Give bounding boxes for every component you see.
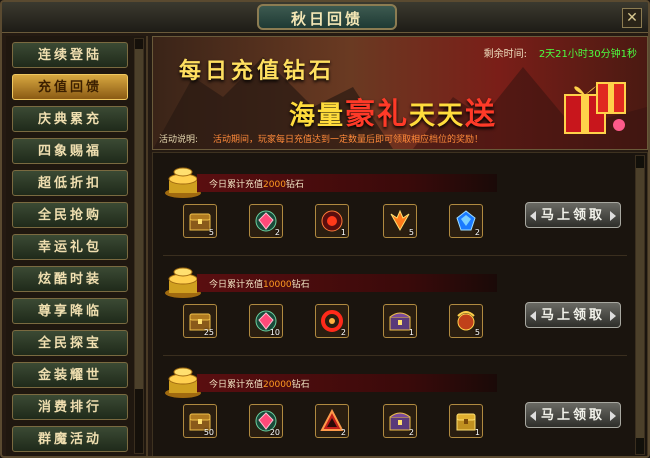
tier-requirement: 今日累计充值20000钻石 [209, 377, 310, 390]
gift-box-icon [564, 82, 626, 134]
reward-item-slot[interactable]: 5 [383, 204, 417, 238]
banner-subtitle-d: 送 [465, 97, 498, 132]
banner-subtitle-a: 海量 [289, 101, 346, 131]
tier-requirement-suffix: 钻石 [291, 380, 310, 390]
activity-window: 秋日回馈 ✕ 连续登陆充值回馈庆典累充四象赐福超低折扣全民抢购幸运礼包炫酷时装尊… [0, 0, 650, 458]
window-title: 秋日回馈 [257, 4, 397, 30]
sidebar-item-6[interactable]: 幸运礼包 [12, 234, 128, 260]
reward-tier-2: 今日累计充值20000钻石 50 20 2 2 1 马上领取 [157, 359, 629, 453]
sidebar: 连续登陆充值回馈庆典累充四象赐福超低折扣全民抢购幸运礼包炫酷时装尊享降临全民探宝… [6, 36, 148, 456]
tier-requirement-amount: 10000 [263, 280, 292, 290]
sidebar-item-11[interactable]: 消费排行 [12, 394, 128, 420]
tier-requirement: 今日累计充值10000钻石 [209, 277, 310, 290]
sidebar-item-1[interactable]: 充值回馈 [12, 74, 128, 100]
sidebar-item-3[interactable]: 四象赐福 [12, 138, 128, 164]
reward-item-slot[interactable]: 50 [183, 404, 217, 438]
tier-requirement-prefix: 今日累计充值 [209, 380, 264, 390]
sidebar-item-10[interactable]: 金装耀世 [12, 362, 128, 388]
reward-item-slot[interactable]: 2 [315, 304, 349, 338]
banner: 每日充值钻石 海量豪礼天天送 剩余时间: 2天21小时30分钟1秒 活动说明: … [152, 36, 648, 150]
banner-subtitle-c: 天天 [409, 101, 466, 131]
description-text: 活动期间，玩家每日充值达到一定数量后即可领取相应档位的奖励！ [213, 135, 484, 145]
reward-item-slot[interactable]: 20 [249, 404, 283, 438]
banner-title: 每日充值钻石 [179, 58, 336, 84]
reward-item-slot[interactable]: 1 [315, 204, 349, 238]
reward-item-count: 5 [474, 328, 480, 337]
description-label: 活动说明: [159, 135, 199, 145]
reward-item-count: 50 [203, 428, 214, 437]
tier-requirement-amount: 2000 [263, 180, 286, 190]
reward-item-count: 25 [203, 328, 214, 337]
reward-item-count: 10 [269, 328, 280, 337]
reward-item-slot[interactable]: 2 [249, 204, 283, 238]
tier-requirement-suffix: 钻石 [285, 180, 304, 190]
reward-item-count: 5 [408, 228, 414, 237]
banner-subtitle-b: 豪礼 [345, 97, 410, 132]
tier-requirement-suffix: 钻石 [291, 280, 310, 290]
tier-requirement: 今日累计充值2000钻石 [209, 177, 304, 190]
tier-divider [163, 355, 627, 356]
close-icon[interactable]: ✕ [622, 8, 642, 28]
reward-item-slot[interactable]: 1 [449, 404, 483, 438]
reward-item-slot[interactable]: 5 [449, 304, 483, 338]
sidebar-scrollbar[interactable] [134, 38, 144, 454]
title-bar: 秋日回馈 ✕ [2, 2, 648, 33]
sidebar-item-4[interactable]: 超低折扣 [12, 170, 128, 196]
tier-divider [163, 255, 627, 256]
countdown-label: 剩余时间: [483, 49, 527, 60]
reward-item-count: 2 [340, 328, 346, 337]
reward-item-count: 20 [269, 428, 280, 437]
reward-item-slot[interactable]: 2 [449, 204, 483, 238]
countdown-value: 2天21小时30分钟1秒 [538, 49, 637, 60]
claim-reward-button[interactable]: 马上领取 [525, 302, 621, 328]
reward-item-count: 2 [408, 428, 414, 437]
tier-requirement-prefix: 今日累计充值 [209, 280, 264, 290]
reward-item-slot[interactable]: 2 [315, 404, 349, 438]
tiers-scroll-thumb[interactable] [636, 168, 644, 438]
reward-item-count: 1 [474, 428, 480, 437]
sidebar-item-7[interactable]: 炫酷时装 [12, 266, 128, 292]
sidebar-item-5[interactable]: 全民抢购 [12, 202, 128, 228]
reward-item-count: 2 [340, 428, 346, 437]
tier-requirement-prefix: 今日累计充值 [209, 180, 264, 190]
sidebar-item-2[interactable]: 庆典累充 [12, 106, 128, 132]
reward-item-slot[interactable]: 10 [249, 304, 283, 338]
claim-reward-button[interactable]: 马上领取 [525, 402, 621, 428]
sidebar-item-8[interactable]: 尊享降临 [12, 298, 128, 324]
claim-reward-button[interactable]: 马上领取 [525, 202, 621, 228]
sidebar-item-12[interactable]: 群魔活动 [12, 426, 128, 452]
sidebar-scroll-thumb[interactable] [135, 49, 143, 389]
reward-item-slot[interactable]: 2 [383, 404, 417, 438]
reward-item-count: 1 [340, 228, 346, 237]
tiers-scrollbar[interactable] [635, 155, 645, 455]
reward-item-slot[interactable]: 1 [383, 304, 417, 338]
reward-tier-1: 今日累计充值10000钻石 25 10 2 1 5 马上领取 [157, 259, 629, 356]
banner-subtitle: 海量豪礼天天送 [289, 89, 497, 133]
sidebar-item-0[interactable]: 连续登陆 [12, 42, 128, 68]
reward-item-slot[interactable]: 5 [183, 204, 217, 238]
reward-tier-0: 今日累计充值2000钻石 5 2 1 5 2 马上领取 [157, 159, 629, 256]
reward-item-count: 2 [474, 228, 480, 237]
reward-tiers-panel: 今日累计充值2000钻石 5 2 1 5 2 马上领取 今日累计充值10000钻石 25 10 2 1… [152, 152, 648, 456]
reward-item-count: 5 [208, 228, 214, 237]
reward-item-count: 1 [408, 328, 414, 337]
sidebar-item-9[interactable]: 全民探宝 [12, 330, 128, 356]
reward-item-slot[interactable]: 25 [183, 304, 217, 338]
tier-requirement-amount: 20000 [263, 380, 292, 390]
reward-item-count: 2 [274, 228, 280, 237]
